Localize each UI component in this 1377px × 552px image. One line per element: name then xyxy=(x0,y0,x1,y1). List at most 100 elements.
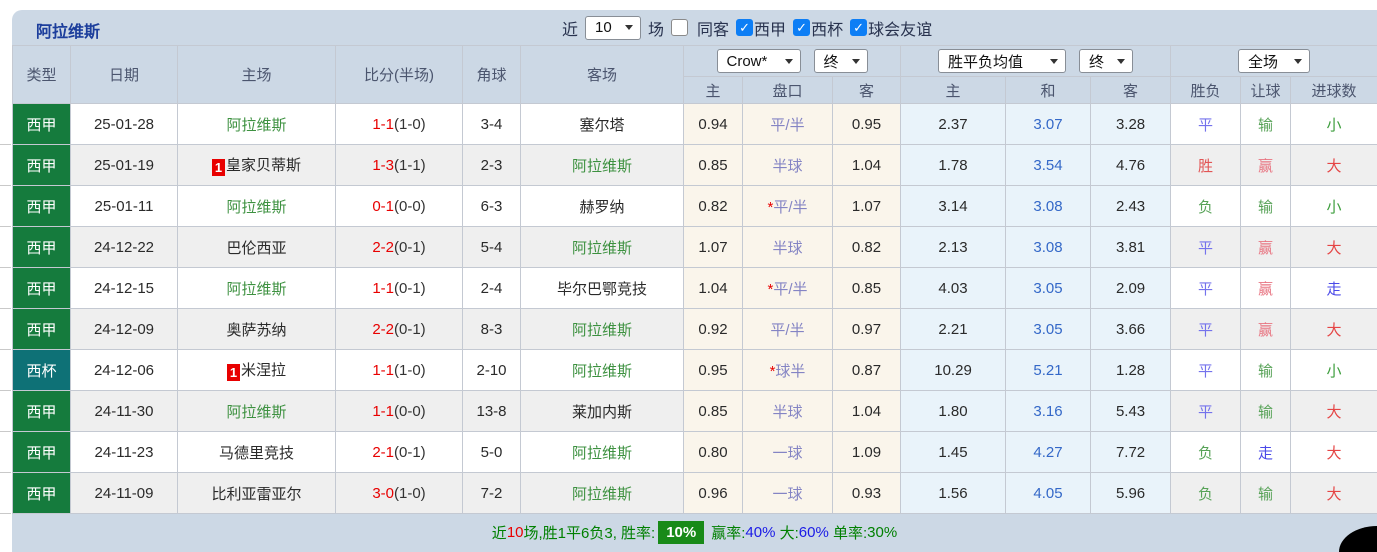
corner-score: 2-3 xyxy=(463,145,521,186)
handicap-line: 半球 xyxy=(743,227,833,268)
handicap-line: 半球 xyxy=(743,145,833,186)
handicap-rate-value: 40% xyxy=(745,524,775,541)
home-team: 巴伦西亚 xyxy=(178,227,336,268)
corner-score: 2-10 xyxy=(463,350,521,391)
league-badge: 西甲 xyxy=(13,391,71,432)
match-date: 24-12-15 xyxy=(71,268,178,309)
home-odds: 0.94 xyxy=(684,104,743,145)
table-row: 西甲25-01-191皇家贝蒂斯1-3(1-1)2-3阿拉维斯0.85半球1.0… xyxy=(13,145,1377,186)
recent-label: 近 xyxy=(562,16,578,40)
corner-score: 3-4 xyxy=(463,104,521,145)
away-odds: 1.07 xyxy=(833,186,901,227)
avg-draw: 3.05 xyxy=(1006,268,1091,309)
corner-score: 13-8 xyxy=(463,391,521,432)
avg-away: 5.43 xyxy=(1091,391,1171,432)
avg-draw: 5.21 xyxy=(1006,350,1091,391)
filter-friendly: 球会友谊 xyxy=(850,16,932,40)
result-handicap: 输 xyxy=(1241,473,1291,514)
league-badge: 西甲 xyxy=(13,309,71,350)
laliga-checkbox[interactable] xyxy=(736,19,753,36)
sub-header-avg-home: 主 xyxy=(901,77,1006,104)
away-odds: 0.85 xyxy=(833,268,901,309)
laliga-label: 西甲 xyxy=(754,16,786,40)
away-team: 阿拉维斯 xyxy=(521,145,684,186)
sub-header-avg-away: 客 xyxy=(1091,77,1171,104)
copa-checkbox[interactable] xyxy=(793,19,810,36)
result-goals: 小 xyxy=(1291,350,1377,391)
avg-draw: 4.05 xyxy=(1006,473,1091,514)
scope-select[interactable]: 全场 xyxy=(1238,49,1310,73)
score: 1-1(1-0) xyxy=(336,350,463,391)
copa-label: 西杯 xyxy=(811,16,843,40)
away-odds: 0.97 xyxy=(833,309,901,350)
league-badge: 西杯 xyxy=(13,350,71,391)
avg-away: 7.72 xyxy=(1091,432,1171,473)
table-row: 西甲25-01-11阿拉维斯0-1(0-0)6-3赫罗纳0.82*平/半1.07… xyxy=(13,186,1377,227)
result-goals: 大 xyxy=(1291,391,1377,432)
league-badge: 西甲 xyxy=(13,432,71,473)
recent-count-select[interactable]: 10 xyxy=(585,16,641,40)
avg-time-select[interactable]: 终 xyxy=(1079,49,1133,73)
avg-group-header: 胜平负均值 终 xyxy=(901,46,1171,77)
avg-away: 1.28 xyxy=(1091,350,1171,391)
filter-laliga: 西甲 xyxy=(736,16,786,40)
league-badge: 西甲 xyxy=(13,473,71,514)
win-rate-badge: 10% xyxy=(658,521,704,544)
corner-score: 2-4 xyxy=(463,268,521,309)
home-team: 比利亚雷亚尔 xyxy=(178,473,336,514)
result-goals: 大 xyxy=(1291,432,1377,473)
home-team: 阿拉维斯 xyxy=(178,391,336,432)
away-team: 毕尔巴鄂竞技 xyxy=(521,268,684,309)
result-goals: 大 xyxy=(1291,309,1377,350)
result-wdl: 平 xyxy=(1171,309,1241,350)
avg-away: 4.76 xyxy=(1091,145,1171,186)
sub-header-wdl: 胜负 xyxy=(1171,77,1241,104)
away-odds: 0.95 xyxy=(833,104,901,145)
summary-bar: 近10场,胜1平6负3, 胜率: 10% 赢率:40% 大:60% 单率:30% xyxy=(12,513,1377,552)
odds-time-select[interactable]: 终 xyxy=(814,49,868,73)
chevron-down-icon xyxy=(785,59,793,64)
col-header-corner: 角球 xyxy=(463,46,521,104)
result-handicap: 赢 xyxy=(1241,309,1291,350)
score: 1-1(0-1) xyxy=(336,268,463,309)
avg-type-select[interactable]: 胜平负均值 xyxy=(938,49,1066,73)
away-team: 阿拉维斯 xyxy=(521,473,684,514)
avg-home: 1.56 xyxy=(901,473,1006,514)
score: 0-1(0-0) xyxy=(336,186,463,227)
handicap-line: 一球 xyxy=(743,473,833,514)
friendly-checkbox[interactable] xyxy=(850,19,867,36)
home-odds: 0.82 xyxy=(684,186,743,227)
sub-header-handicap: 盘口 xyxy=(743,77,833,104)
away-odds: 1.04 xyxy=(833,145,901,186)
single-rate-label: 单率: xyxy=(829,522,867,543)
result-handicap: 输 xyxy=(1241,186,1291,227)
result-wdl: 平 xyxy=(1171,391,1241,432)
result-wdl: 平 xyxy=(1171,268,1241,309)
avg-home: 2.21 xyxy=(901,309,1006,350)
home-odds: 0.85 xyxy=(684,145,743,186)
odds-company-select[interactable]: Crow* xyxy=(717,49,801,73)
avg-away: 2.09 xyxy=(1091,268,1171,309)
summary-prefix: 近 xyxy=(492,522,507,543)
result-wdl: 平 xyxy=(1171,350,1241,391)
score: 2-2(0-1) xyxy=(336,227,463,268)
table-row: 西甲25-01-28阿拉维斯1-1(1-0)3-4塞尔塔0.94平/半0.952… xyxy=(13,104,1377,145)
home-odds: 0.95 xyxy=(684,350,743,391)
corner-score: 7-2 xyxy=(463,473,521,514)
team-title: 阿拉维斯 xyxy=(36,18,100,42)
match-date: 25-01-28 xyxy=(71,104,178,145)
away-odds: 0.82 xyxy=(833,227,901,268)
summary-count: 10 xyxy=(507,524,524,541)
result-goals: 大 xyxy=(1291,227,1377,268)
result-handicap: 输 xyxy=(1241,391,1291,432)
col-header-home: 主场 xyxy=(178,46,336,104)
match-date: 24-11-23 xyxy=(71,432,178,473)
card-badge: 1 xyxy=(212,159,225,176)
same-opponent-checkbox[interactable] xyxy=(671,19,688,36)
score: 2-2(0-1) xyxy=(336,309,463,350)
avg-away: 3.81 xyxy=(1091,227,1171,268)
match-rows: 西甲25-01-28阿拉维斯1-1(1-0)3-4塞尔塔0.94平/半0.952… xyxy=(13,104,1377,514)
table-row: 西杯24-12-061米涅拉1-1(1-0)2-10阿拉维斯0.95*球半0.8… xyxy=(13,350,1377,391)
match-date: 25-01-19 xyxy=(71,145,178,186)
result-handicap: 输 xyxy=(1241,350,1291,391)
